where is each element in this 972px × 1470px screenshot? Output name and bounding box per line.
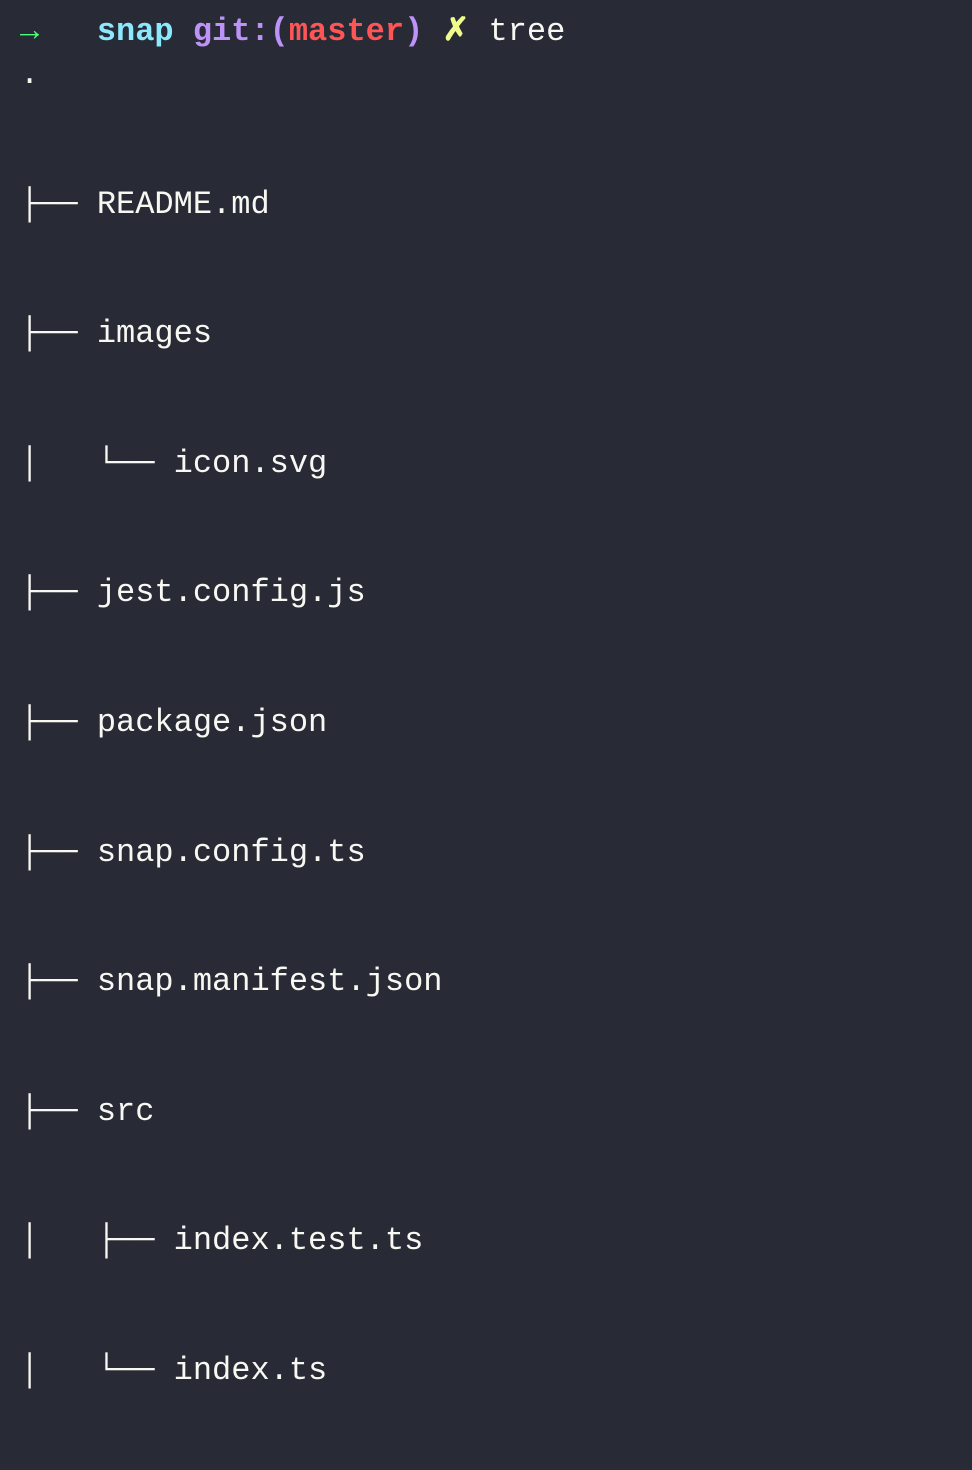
tree-root: . [20,53,952,96]
tree-line: ├── snap.config.ts [20,831,952,874]
tree-line: ├── jest.config.js [20,571,952,614]
prompt-open-paren: ( [270,10,289,53]
prompt-directory: snap [97,10,174,53]
prompt-git-label: git: [193,10,270,53]
tree-line: ├── package.json [20,701,952,744]
tree-line: │ └── index.ts [20,1349,952,1392]
prompt-git-branch: master [289,10,404,53]
tree-line: ├── images [20,312,952,355]
tree-line: ├── src [20,1090,952,1133]
tree-line: ├── README.md [20,183,952,226]
tree-line: │ └── icon.svg [20,442,952,485]
tree-line: ├── snap.manifest.json [20,960,952,1003]
shell-command[interactable]: tree [488,10,565,53]
prompt-dirty-icon: ✗ [442,10,469,53]
prompt-arrow-icon: → [20,10,39,53]
prompt-close-paren: ) [404,10,423,53]
tree-line: │ ├── index.test.ts [20,1219,952,1262]
tree-output: ├── README.md ├── images │ └── icon.svg … [20,96,952,1470]
shell-prompt-line: → snap git:(master) ✗ tree [20,10,952,53]
